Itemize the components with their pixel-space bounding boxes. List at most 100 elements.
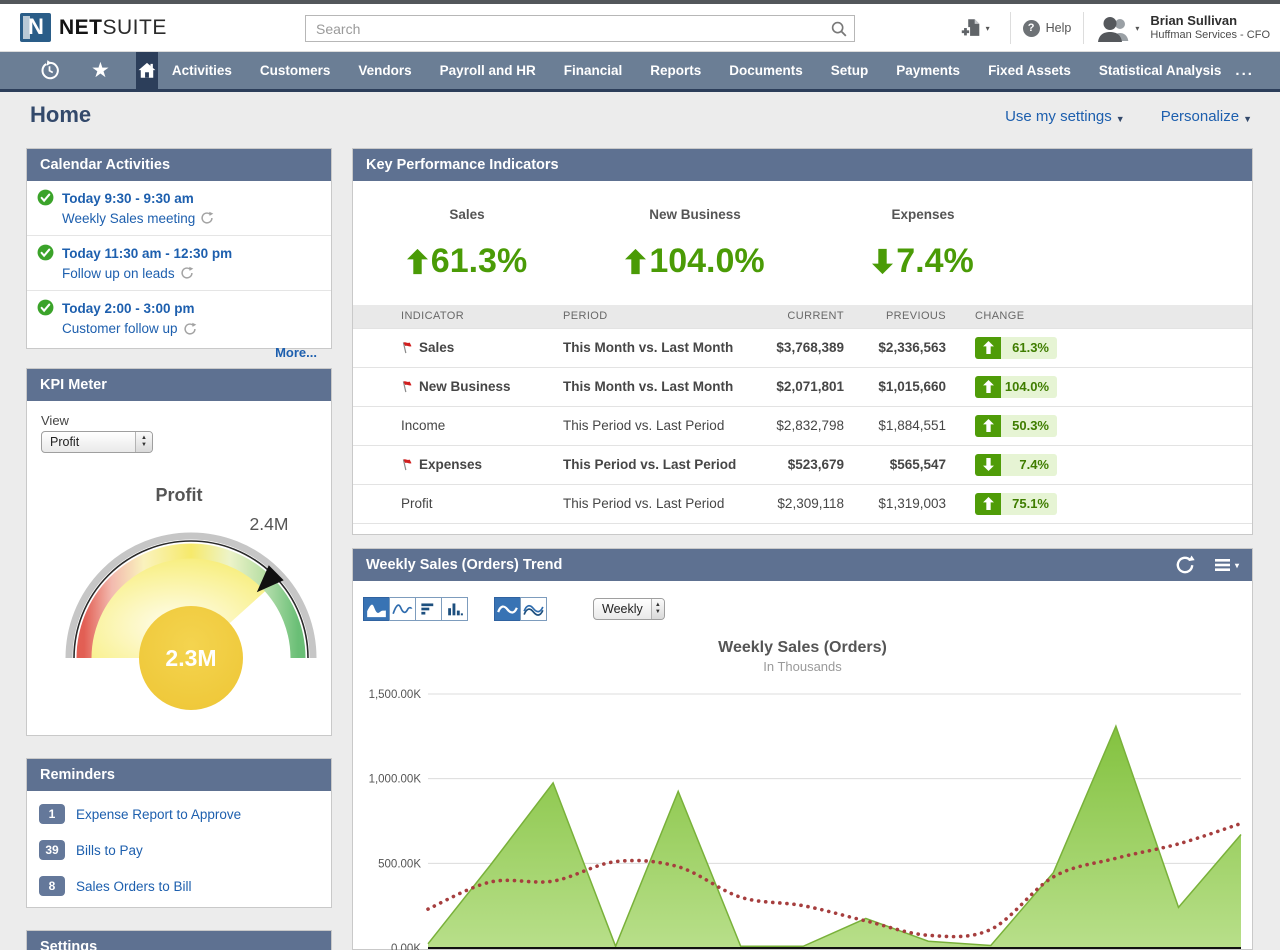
use-my-settings-link[interactable]: Use my settings▼ xyxy=(1005,108,1125,125)
up-arrow-icon xyxy=(975,376,1001,398)
recurring-icon xyxy=(200,211,214,225)
down-arrow-icon xyxy=(872,248,893,275)
view-label: View xyxy=(41,413,317,428)
user-menu[interactable]: ▾ Brian Sullivan Huffman Services - CFO xyxy=(1096,13,1270,43)
nav-financial[interactable]: Financial xyxy=(550,63,637,78)
kpi-table-row[interactable]: Income This Period vs. Last Period $2,83… xyxy=(353,406,1252,445)
kpi-summary-expenses[interactable]: Expenses 7.4% xyxy=(809,207,1037,281)
svg-text:1,000.00K: 1,000.00K xyxy=(369,774,422,786)
reminder-link[interactable]: Bills to Pay xyxy=(76,843,143,858)
netsuite-dashboard: N NETSUITE ▾ ? Help xyxy=(0,0,1280,950)
kpi-table-row[interactable]: Expenses This Period vs. Last Period $52… xyxy=(353,445,1252,484)
kpi-table-row[interactable]: Profit This Period vs. Last Period $2,30… xyxy=(353,484,1252,523)
reminder-link[interactable]: Sales Orders to Bill xyxy=(76,879,192,894)
user-role: Huffman Services - CFO xyxy=(1150,29,1270,43)
kpi-summary-sales[interactable]: Sales 61.3% xyxy=(353,207,581,281)
up-arrow-icon xyxy=(975,415,1001,437)
help-label: Help xyxy=(1046,21,1072,35)
calendar-activities-header[interactable]: Calendar Activities xyxy=(27,149,331,181)
line-chart-icon xyxy=(392,601,413,618)
chart-type-column-button[interactable] xyxy=(441,597,468,621)
up-arrow-icon xyxy=(975,493,1001,515)
user-name: Brian Sullivan xyxy=(1150,13,1270,29)
kpi-table-row[interactable]: Sales This Month vs. Last Month $3,768,3… xyxy=(353,328,1252,367)
personalize-link[interactable]: Personalize▼ xyxy=(1161,108,1252,125)
help-button[interactable]: ? Help xyxy=(1023,20,1072,37)
recurring-icon xyxy=(183,322,197,336)
calendar-event: Today 11:30 am - 12:30 pm Follow up on l… xyxy=(27,235,331,290)
kpi-table-header-row: INDICATOR PERIOD CURRENT PREVIOUS CHANGE xyxy=(353,305,1252,328)
tab-home[interactable] xyxy=(136,51,158,91)
kpi-view-select[interactable]: Profit ▲▼ xyxy=(41,431,153,453)
event-name-link[interactable]: Follow up on leads xyxy=(62,264,232,284)
chart-type-area-button[interactable] xyxy=(363,597,390,621)
nav-statistical-analysis[interactable]: Statistical Analysis xyxy=(1085,63,1236,78)
nav-overflow[interactable]: ... xyxy=(1235,62,1280,79)
flag-icon xyxy=(401,380,414,393)
home-icon xyxy=(136,60,158,82)
page-title-row: Home Use my settings▼ Personalize▼ xyxy=(0,92,1280,142)
event-name-link[interactable]: Weekly Sales meeting xyxy=(62,209,214,229)
main-nav: ★ Activities Customers Vendors Payroll a… xyxy=(0,52,1280,92)
select-stepper-icon: ▲▼ xyxy=(651,599,664,619)
chart-type-line-button[interactable] xyxy=(389,597,416,621)
settings-header[interactable]: Settings xyxy=(27,931,331,950)
reminders-header[interactable]: Reminders xyxy=(27,759,331,791)
chart-title: Weekly Sales (Orders) xyxy=(353,639,1252,657)
event-time-link[interactable]: Today 9:30 - 9:30 am xyxy=(62,189,214,209)
app-header: N NETSUITE ▾ ? Help xyxy=(0,4,1280,52)
trendline-double-button[interactable] xyxy=(520,597,547,621)
nav-reports[interactable]: Reports xyxy=(636,63,715,78)
kpi-panel-header[interactable]: Key Performance Indicators xyxy=(353,149,1252,181)
single-wave-icon xyxy=(497,601,518,618)
chevron-down-icon: ▼ xyxy=(1243,114,1252,125)
reminder-link[interactable]: Expense Report to Approve xyxy=(76,807,241,822)
event-time-link[interactable]: Today 2:00 - 3:00 pm xyxy=(62,299,197,319)
chart-type-hbar-button[interactable] xyxy=(415,597,442,621)
settings-panel: Settings xyxy=(26,930,332,950)
double-wave-icon xyxy=(523,601,544,618)
nav-setup[interactable]: Setup xyxy=(817,63,883,78)
kpi-gauge: 2.4M 2.3M xyxy=(41,508,341,718)
event-name-link[interactable]: Customer follow up xyxy=(62,319,197,339)
search-icon[interactable] xyxy=(824,20,854,38)
trend-period-select[interactable]: Weekly ▲▼ xyxy=(593,598,665,620)
up-arrow-icon xyxy=(625,248,646,275)
event-time-link[interactable]: Today 11:30 am - 12:30 pm xyxy=(62,244,232,264)
reminder-item: 39 Bills to Pay xyxy=(27,832,331,868)
nav-activities[interactable]: Activities xyxy=(158,63,246,78)
svg-text:0.00K: 0.00K xyxy=(391,943,421,950)
check-circle-icon xyxy=(37,299,54,338)
gauge-target-label: 2.4M xyxy=(250,514,289,534)
nav-payments[interactable]: Payments xyxy=(882,63,974,78)
recent-records-icon[interactable] xyxy=(38,59,61,82)
brand-wordmark: NETSUITE xyxy=(59,16,167,40)
calendar-event: Today 9:30 - 9:30 am Weekly Sales meetin… xyxy=(27,181,331,235)
kpi-meter-header[interactable]: KPI Meter xyxy=(27,369,331,401)
new-record-icon xyxy=(959,17,983,40)
refresh-icon[interactable] xyxy=(1175,555,1195,575)
calendar-more-link[interactable]: More... xyxy=(275,345,317,360)
up-arrow-icon xyxy=(975,337,1001,359)
netsuite-logo-icon: N xyxy=(20,13,51,42)
nav-customers[interactable]: Customers xyxy=(246,63,345,78)
divider xyxy=(1010,12,1011,44)
shortcuts-star-icon[interactable]: ★ xyxy=(91,60,110,81)
trend-panel-header[interactable]: Weekly Sales (Orders) Trend ▾ xyxy=(353,549,1252,581)
chevron-down-icon: ▾ xyxy=(1135,24,1139,33)
nav-vendors[interactable]: Vendors xyxy=(344,63,425,78)
nav-fixed-assets[interactable]: Fixed Assets xyxy=(974,63,1085,78)
reminder-count-badge: 39 xyxy=(39,840,65,860)
kpi-summary-new-business[interactable]: New Business 104.0% xyxy=(581,207,809,281)
kpi-table-row[interactable]: New Business This Month vs. Last Month $… xyxy=(353,367,1252,406)
header-actions: ▾ ? Help ▾ Brian Sullivan Huffman Servic… xyxy=(951,4,1270,52)
netsuite-logo[interactable]: N NETSUITE xyxy=(20,13,167,42)
create-new-button[interactable]: ▾ xyxy=(951,17,998,40)
panel-menu-icon[interactable]: ▾ xyxy=(1215,558,1239,572)
chevron-down-icon: ▾ xyxy=(986,24,990,33)
nav-documents[interactable]: Documents xyxy=(715,63,817,78)
search-input[interactable] xyxy=(306,21,824,37)
change-badge: 61.3% xyxy=(975,337,1057,359)
trendline-single-button[interactable] xyxy=(494,597,521,621)
nav-payroll-hr[interactable]: Payroll and HR xyxy=(426,63,550,78)
